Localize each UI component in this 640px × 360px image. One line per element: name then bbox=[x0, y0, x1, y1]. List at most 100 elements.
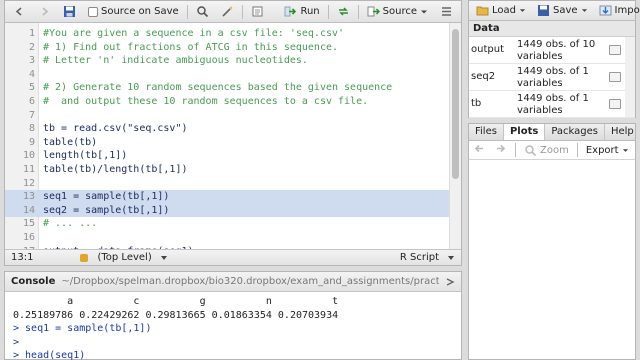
rerun-button[interactable] bbox=[333, 3, 354, 20]
code-line[interactable]: 7 bbox=[5, 109, 449, 123]
floppy-icon bbox=[64, 6, 75, 17]
view-table-icon[interactable] bbox=[609, 45, 621, 55]
source-on-save-checkbox[interactable] bbox=[88, 6, 98, 17]
working-directory-path: ~/Dropbox/spelman.dropbox/bio320.dropbox… bbox=[61, 276, 439, 287]
chevron-down-icon bbox=[622, 148, 628, 152]
forward-button[interactable] bbox=[34, 3, 55, 20]
code-line[interactable]: 9 table(tb) bbox=[5, 136, 449, 150]
line-number: 7 bbox=[28, 109, 35, 121]
workspace-pane: Load Save Import Data output 1449 obs. of… bbox=[468, 0, 640, 118]
scope-dropdown[interactable]: (Top Level) bbox=[97, 252, 151, 263]
tab-packages[interactable]: Packages bbox=[545, 124, 605, 140]
code-line[interactable]: 12 bbox=[5, 177, 449, 191]
console-line: > seq1 = sample(tb[,1]) bbox=[13, 323, 152, 335]
run-button[interactable]: Run bbox=[280, 3, 323, 20]
save-workspace-button[interactable]: Save bbox=[533, 2, 592, 19]
file-type-selector[interactable]: R Script bbox=[400, 252, 439, 263]
console-line: a c g n t bbox=[13, 296, 339, 307]
zoom-button[interactable]: Zoom bbox=[524, 144, 569, 157]
editor-toolbar: Source on Save Run Source bbox=[5, 1, 461, 23]
code-line[interactable]: 5 # 2) Generate 10 random sequences based… bbox=[5, 81, 449, 95]
toolbar-divider bbox=[241, 4, 243, 19]
source-button[interactable]: Source bbox=[363, 3, 432, 20]
source-on-save-toggle[interactable]: Source on Save bbox=[84, 3, 183, 20]
tab-help[interactable]: Help bbox=[605, 124, 640, 140]
function-scope-icon bbox=[80, 253, 89, 262]
workspace-data-list: output 1449 obs. of 10 variables seq2 1449 … bbox=[469, 37, 635, 118]
tab-files[interactable]: Files bbox=[469, 124, 504, 140]
arrow-left-icon bbox=[15, 7, 22, 16]
code-line[interactable]: 14 seq2 = sample(tb[,1]) bbox=[5, 203, 449, 218]
line-number: 16 bbox=[22, 232, 35, 243]
toolbar-divider bbox=[327, 4, 329, 19]
chevron-down-icon bbox=[581, 9, 587, 12]
view-table-icon[interactable] bbox=[609, 99, 621, 109]
workspace-row[interactable]: seq2 1449 obs. of 1 variables bbox=[469, 64, 635, 91]
workspace-toolbar: Load Save Import bbox=[469, 1, 640, 21]
code-line[interactable]: 11 table(tb)/length(tb[,1]) bbox=[5, 163, 449, 177]
code-line[interactable]: 13 seq1 = sample(tb[,1]) bbox=[5, 190, 449, 204]
code-text: # ... ... bbox=[43, 218, 98, 230]
load-workspace-button[interactable]: Load bbox=[472, 2, 530, 19]
code-text: #You are given a sequence in a csv file:… bbox=[43, 28, 345, 39]
code-editor[interactable]: 1 #You are given a sequence in a csv file… bbox=[5, 23, 449, 249]
run-label: Run bbox=[300, 6, 320, 17]
editor-scrollbar-thumb[interactable] bbox=[452, 29, 459, 179]
line-number: 6 bbox=[28, 96, 35, 107]
object-summary: 1449 obs. of 1 variables bbox=[517, 93, 589, 116]
line-number: 14 bbox=[22, 204, 35, 216]
line-number: 12 bbox=[22, 177, 35, 189]
code-tools-button[interactable] bbox=[217, 3, 238, 20]
console-title: Console bbox=[11, 276, 56, 287]
workspace-row[interactable]: output 1449 obs. of 10 variables bbox=[469, 37, 635, 64]
line-number: 1 bbox=[28, 28, 35, 39]
list-lines-icon bbox=[442, 7, 451, 16]
filetype-chevron-icon bbox=[448, 255, 454, 260]
code-line[interactable]: 6 # and output these 10 random sequences … bbox=[5, 95, 449, 109]
next-plot-button[interactable] bbox=[494, 142, 507, 158]
arrow-right-icon bbox=[497, 144, 506, 153]
code-line[interactable]: 8 tb = read.csv("seq.csv") bbox=[5, 122, 449, 136]
go-to-directory-icon[interactable] bbox=[445, 277, 455, 287]
page-icon bbox=[252, 6, 263, 17]
back-button[interactable] bbox=[9, 3, 30, 20]
editor-outline-button[interactable] bbox=[436, 3, 457, 20]
chevron-down-icon bbox=[519, 9, 526, 12]
previous-plot-button[interactable] bbox=[473, 142, 486, 158]
console-line: 0.25189786 0.22429262 0.29813665 0.01863… bbox=[13, 309, 339, 321]
line-number: 11 bbox=[22, 164, 35, 175]
code-line[interactable]: 15 # ... ... bbox=[5, 217, 449, 231]
chevron-down-icon bbox=[421, 10, 427, 13]
console-line: > head(seq1) bbox=[13, 350, 86, 360]
line-number: 4 bbox=[28, 68, 35, 80]
data-section-header: Data bbox=[469, 21, 635, 37]
code-line[interactable]: 2 # 1) Find out fractions of ATCG in this… bbox=[5, 41, 449, 55]
editor-scrollbar[interactable] bbox=[449, 23, 461, 249]
code-line[interactable]: 4 bbox=[5, 68, 449, 82]
line-number: 13 bbox=[22, 191, 35, 203]
object-name: tb bbox=[471, 98, 482, 109]
workspace-scrollbar[interactable] bbox=[625, 37, 635, 117]
code-text: seq1 = sample(tb[,1]) bbox=[43, 191, 170, 203]
find-button[interactable] bbox=[192, 3, 213, 20]
code-line[interactable]: 10 length(tb[,1]) bbox=[5, 149, 449, 163]
object-summary: 1449 obs. of 10 variables bbox=[517, 39, 596, 62]
line-number: 9 bbox=[28, 136, 35, 148]
code-line[interactable]: 16 bbox=[5, 231, 449, 245]
code-line[interactable]: 3 # Letter 'n' indicate ambiguous nucleot… bbox=[5, 54, 449, 68]
export-button[interactable]: Export bbox=[586, 145, 629, 156]
import-label: Import bbox=[614, 5, 640, 16]
console-line: > bbox=[13, 336, 20, 348]
zoom-label: Zoom bbox=[540, 144, 569, 156]
print-button[interactable] bbox=[247, 3, 268, 20]
console-output[interactable]: a c g n t 0.25189786 0.22429262 0.2981366… bbox=[5, 292, 461, 360]
code-line[interactable]: 1 #You are given a sequence in a csv file… bbox=[5, 27, 449, 41]
workspace-row[interactable]: tb 1449 obs. of 1 variables bbox=[469, 91, 635, 118]
save-file-button[interactable] bbox=[59, 3, 80, 20]
source-on-save-label: Source on Save bbox=[101, 6, 179, 17]
tab-plots[interactable]: Plots bbox=[503, 124, 546, 140]
import-dataset-button[interactable]: Import bbox=[595, 2, 640, 19]
console-pane: Console ~/Dropbox/spelman.dropbox/bio320… bbox=[4, 271, 462, 360]
code-text: seq2 = sample(tb[,1]) bbox=[43, 204, 170, 216]
view-table-icon[interactable] bbox=[609, 72, 621, 82]
